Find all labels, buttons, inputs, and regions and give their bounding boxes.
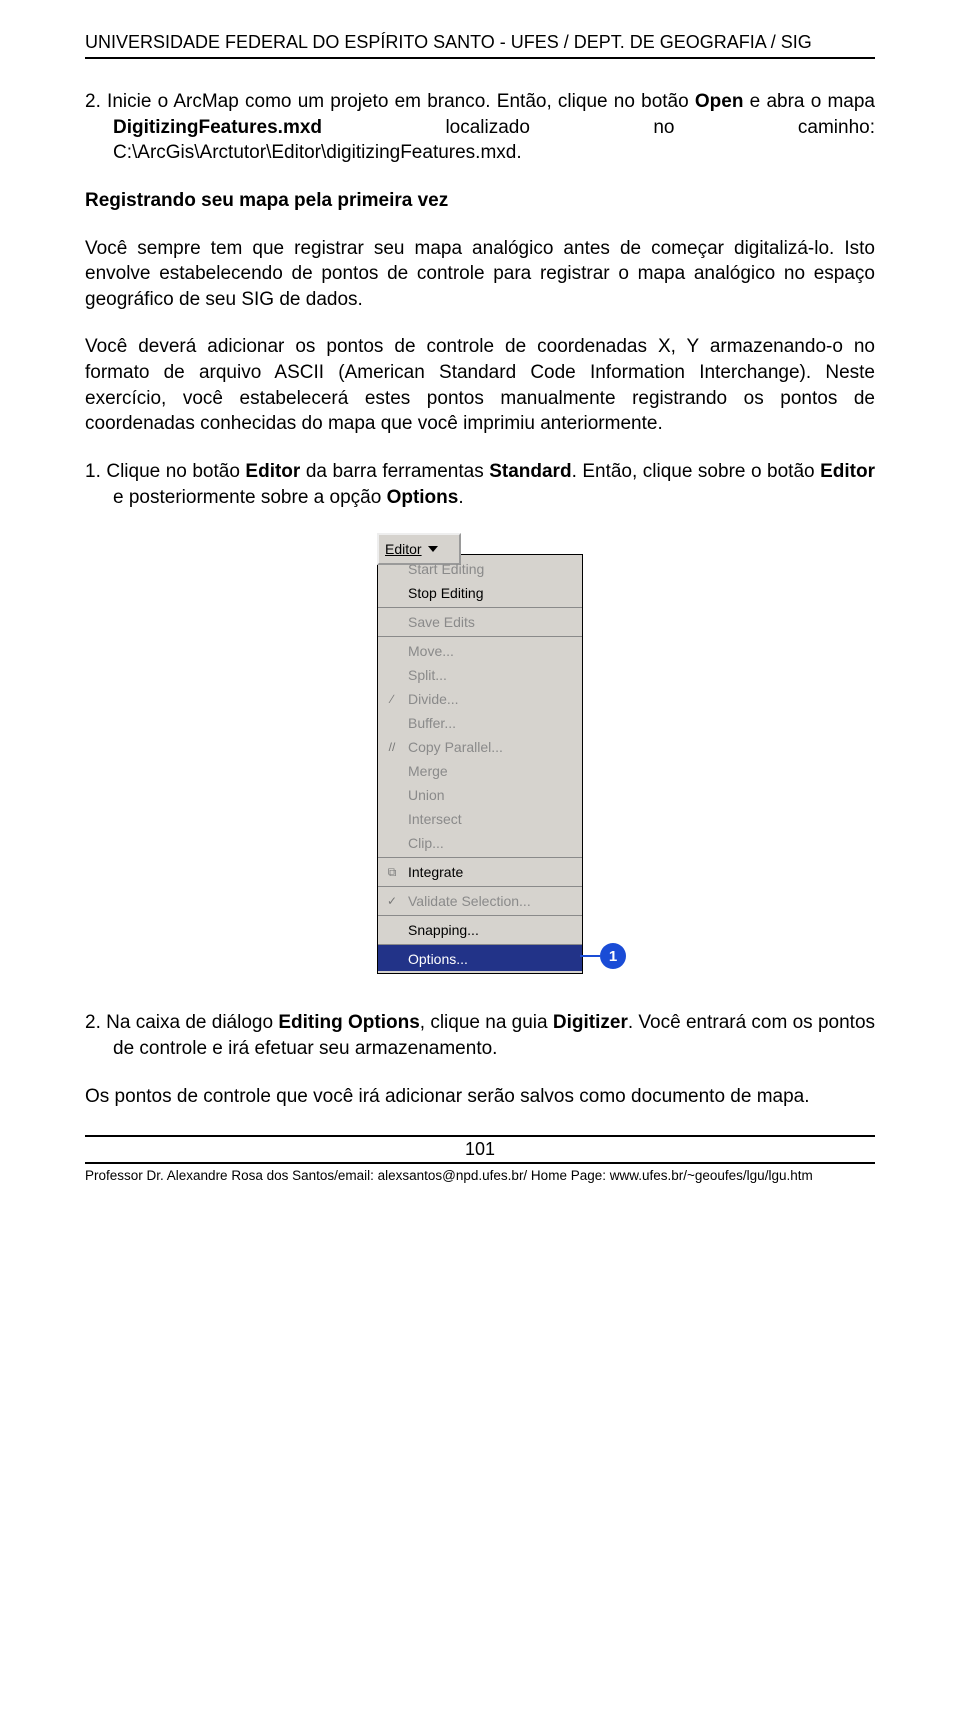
menu-item-buffer[interactable]: Buffer... [378, 711, 582, 735]
menu-item-merge[interactable]: Merge [378, 759, 582, 783]
callout-leader-line [580, 955, 600, 957]
bold-standard: Standard [489, 461, 571, 482]
menu-item-label: Validate Selection... [408, 893, 531, 909]
menu-item-label: Snapping... [408, 922, 479, 938]
editor-button-label: Editor [385, 541, 422, 557]
integrate-icon: ⧉ [384, 864, 400, 880]
menu-item-label: Intersect [408, 811, 462, 827]
menu-item-label: Union [408, 787, 445, 803]
menu-item-stop-editing[interactable]: Stop Editing [378, 581, 582, 605]
text: da barra ferramentas [300, 461, 489, 482]
paragraph-control-points: Você deverá adicionar os pontos de contr… [85, 334, 875, 437]
callout-1: 1 [580, 943, 626, 969]
menu-item-label: Split... [408, 667, 447, 683]
menu-list: Start Editing Stop Editing Save Edits Mo… [378, 555, 582, 973]
menu-item-label: Integrate [408, 864, 463, 880]
bold-editor: Editor [245, 461, 300, 482]
menu-item-copy-parallel[interactable]: // Copy Parallel... [378, 735, 582, 759]
text: 1. Clique no botão [85, 461, 245, 482]
menu-item-label: Start Editing [408, 561, 484, 577]
bold-filename: DigitizingFeatures.mxd [113, 117, 322, 138]
paragraph-step2: 2. Inicie o ArcMap como um projeto em br… [85, 89, 875, 166]
page-header: UNIVERSIDADE FEDERAL DO ESPÍRITO SANTO -… [85, 32, 875, 59]
menu-item-label: Merge [408, 763, 448, 779]
menu-item-label: Save Edits [408, 614, 475, 630]
paragraph-step1-editor: 1. Clique no botão Editor da barra ferra… [85, 459, 875, 510]
text: , clique na guia [420, 1012, 553, 1033]
menu-item-label: Divide... [408, 691, 459, 707]
text: e posteriormente sobre a opção [113, 487, 387, 508]
page-footer: Professor Dr. Alexandre Rosa dos Santos/… [85, 1168, 875, 1183]
subheading-registering: Registrando seu mapa pela primeira vez [85, 188, 875, 214]
menu-item-options[interactable]: Options... [378, 944, 582, 971]
menu-item-label: Clip... [408, 835, 444, 851]
menu-item-label: Options... [408, 951, 468, 967]
menu-item-union[interactable]: Union [378, 783, 582, 807]
text: 2. Na caixa de diálogo [85, 1012, 278, 1033]
menu-item-move[interactable]: Move... [378, 636, 582, 663]
text: . Então, clique sobre o botão [572, 461, 821, 482]
paragraph-save-note: Os pontos de controle que você irá adici… [85, 1084, 875, 1110]
menu-item-snapping[interactable]: Snapping... [378, 915, 582, 942]
bold-editing-options: Editing Options [278, 1012, 419, 1033]
text: 2. Inicie o ArcMap como um projeto em br… [85, 91, 695, 112]
menu-item-label: Buffer... [408, 715, 456, 731]
menu-item-split[interactable]: Split... [378, 663, 582, 687]
editor-menu-screenshot: Editor Start Editing Stop Editing Save E… [85, 532, 875, 974]
menu-item-start-editing[interactable]: Start Editing [378, 557, 582, 581]
bold-open: Open [695, 91, 744, 112]
paragraph-step2-editing-options: 2. Na caixa de diálogo Editing Options, … [85, 1010, 875, 1061]
menu-item-intersect[interactable]: Intersect [378, 807, 582, 831]
bold-editor2: Editor [820, 461, 875, 482]
check-icon: ✓ [384, 893, 400, 909]
callout-number-badge: 1 [600, 943, 626, 969]
divide-icon: ∕ [384, 691, 400, 707]
page-number: 101 [85, 1135, 875, 1164]
text: e abra o mapa [743, 91, 875, 112]
menu-item-save-edits[interactable]: Save Edits [378, 607, 582, 634]
menu-item-integrate[interactable]: ⧉ Integrate [378, 857, 582, 884]
chevron-down-icon [428, 546, 438, 552]
editor-dropdown-menu: Editor Start Editing Stop Editing Save E… [377, 554, 583, 974]
bold-options: Options [387, 487, 459, 508]
bold-digitizer: Digitizer [553, 1012, 628, 1033]
paragraph-register-info: Você sempre tem que registrar seu mapa a… [85, 236, 875, 313]
menu-item-clip[interactable]: Clip... [378, 831, 582, 855]
text: . [458, 487, 463, 508]
menu-item-validate-selection[interactable]: ✓ Validate Selection... [378, 886, 582, 913]
menu-item-label: Copy Parallel... [408, 739, 503, 755]
parallel-icon: // [384, 739, 400, 755]
menu-item-label: Move... [408, 643, 454, 659]
menu-item-label: Stop Editing [408, 585, 484, 601]
document-page: UNIVERSIDADE FEDERAL DO ESPÍRITO SANTO -… [0, 0, 960, 1734]
menu-item-divide[interactable]: ∕ Divide... [378, 687, 582, 711]
